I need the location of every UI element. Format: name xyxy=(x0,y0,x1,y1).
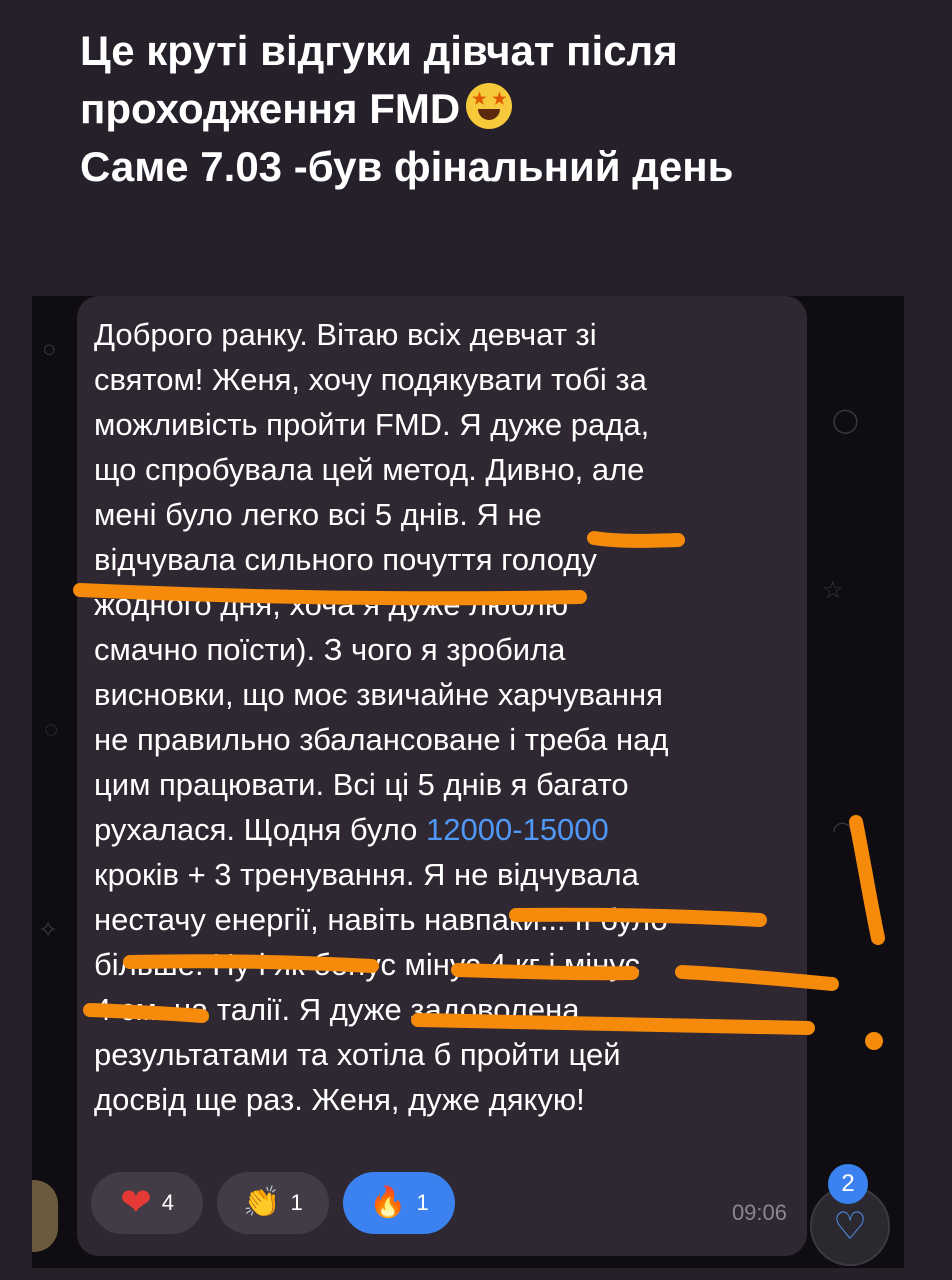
message-line: смачно поїсти). З чого я зробила xyxy=(94,632,566,667)
message-line: рухалася. Щодня було 12000-15000 xyxy=(94,807,794,852)
doodle-icon: ◯ xyxy=(832,407,859,434)
doodle-icon: ✧ xyxy=(38,917,59,944)
message-line: висновки, що моє звичайне харчування xyxy=(94,677,663,712)
message-line: що спробувала цей метод. Дивно, але xyxy=(94,452,645,487)
message-line: 4 см. на талії. Я дуже задоволена xyxy=(94,992,580,1027)
fire-icon: 🔥 xyxy=(369,1186,407,1219)
doodle-icon: ○ xyxy=(42,336,57,363)
message-line: кроків + 3 тренування. Я не відчувала xyxy=(94,857,639,892)
heart-outline-icon: ♡ xyxy=(832,1205,868,1248)
star-struck-emoji-icon: ★ ★ xyxy=(466,83,513,129)
message-text: Доброго ранку. Вітаю всіх девчат зі свят… xyxy=(94,312,794,1122)
unread-badge: 2 xyxy=(828,1164,868,1204)
message-bubble: Доброго ранку. Вітаю всіх девчат зі свят… xyxy=(77,296,807,1256)
header: Це круті відгуки дівчат після проходженн… xyxy=(80,22,930,196)
doodle-icon: ◠ xyxy=(832,817,853,844)
header-line-2-text: проходження FMD xyxy=(80,85,461,132)
header-line-2: проходження FMD ★ ★ xyxy=(80,80,930,138)
doodle-star-icon: ☆ xyxy=(822,577,844,604)
reaction-count: 1 xyxy=(416,1190,429,1215)
message-line: не правильно збалансоване і треба над xyxy=(94,722,669,757)
message-line: Доброго ранку. Вітаю всіх девчат зі xyxy=(94,317,597,352)
reaction-count: 1 xyxy=(290,1190,303,1215)
message-line: святом! Женя, хочу подякувати тобі за xyxy=(94,362,647,397)
reaction-heart[interactable]: ❤ 4 xyxy=(91,1172,203,1234)
message-line: результатами та хотіла б пройти цей xyxy=(94,1037,621,1072)
message-line: нестачу енергії, навіть навпаки... її бу… xyxy=(94,902,668,937)
message-line: відчувала сильного почуття голоду xyxy=(94,542,597,577)
steps-link[interactable]: 12000-15000 xyxy=(426,812,609,847)
message-time: 09:06 xyxy=(731,1200,787,1225)
clap-icon: 👏 xyxy=(243,1186,281,1219)
header-line-1: Це круті відгуки дівчат після xyxy=(80,27,678,74)
reaction-clap[interactable]: 👏 1 xyxy=(217,1172,329,1234)
doodle-icon: ◌ xyxy=(44,716,59,743)
chat-area: ○ ◯ ☆ ◌ ◠ ✧ Доброго ранку. Вітаю всіх де… xyxy=(32,296,904,1268)
reaction-count: 4 xyxy=(161,1190,175,1215)
message-line: жодного дня, хоча я дуже люблю xyxy=(94,587,569,622)
reaction-fire[interactable]: 🔥 1 xyxy=(343,1172,455,1234)
message-line: цим працювати. Всі ці 5 днів я багато xyxy=(94,767,629,802)
message-line-text: рухалася. Щодня було xyxy=(94,812,427,847)
header-line-3: Саме 7.03 -був фінальний день xyxy=(80,143,734,190)
heart-icon: ❤ xyxy=(119,1182,152,1224)
message-line: мені було легко всі 5 днів. Я не xyxy=(94,497,542,532)
message-line: більше. Ну і як бонус мінус 4 кг і мінус xyxy=(94,947,640,982)
message-line: можливість пройти FMD. Я дуже рада, xyxy=(94,407,650,442)
message-line: досвід ще раз. Женя, дуже дякую! xyxy=(94,1082,585,1117)
avatar[interactable] xyxy=(32,1180,58,1252)
